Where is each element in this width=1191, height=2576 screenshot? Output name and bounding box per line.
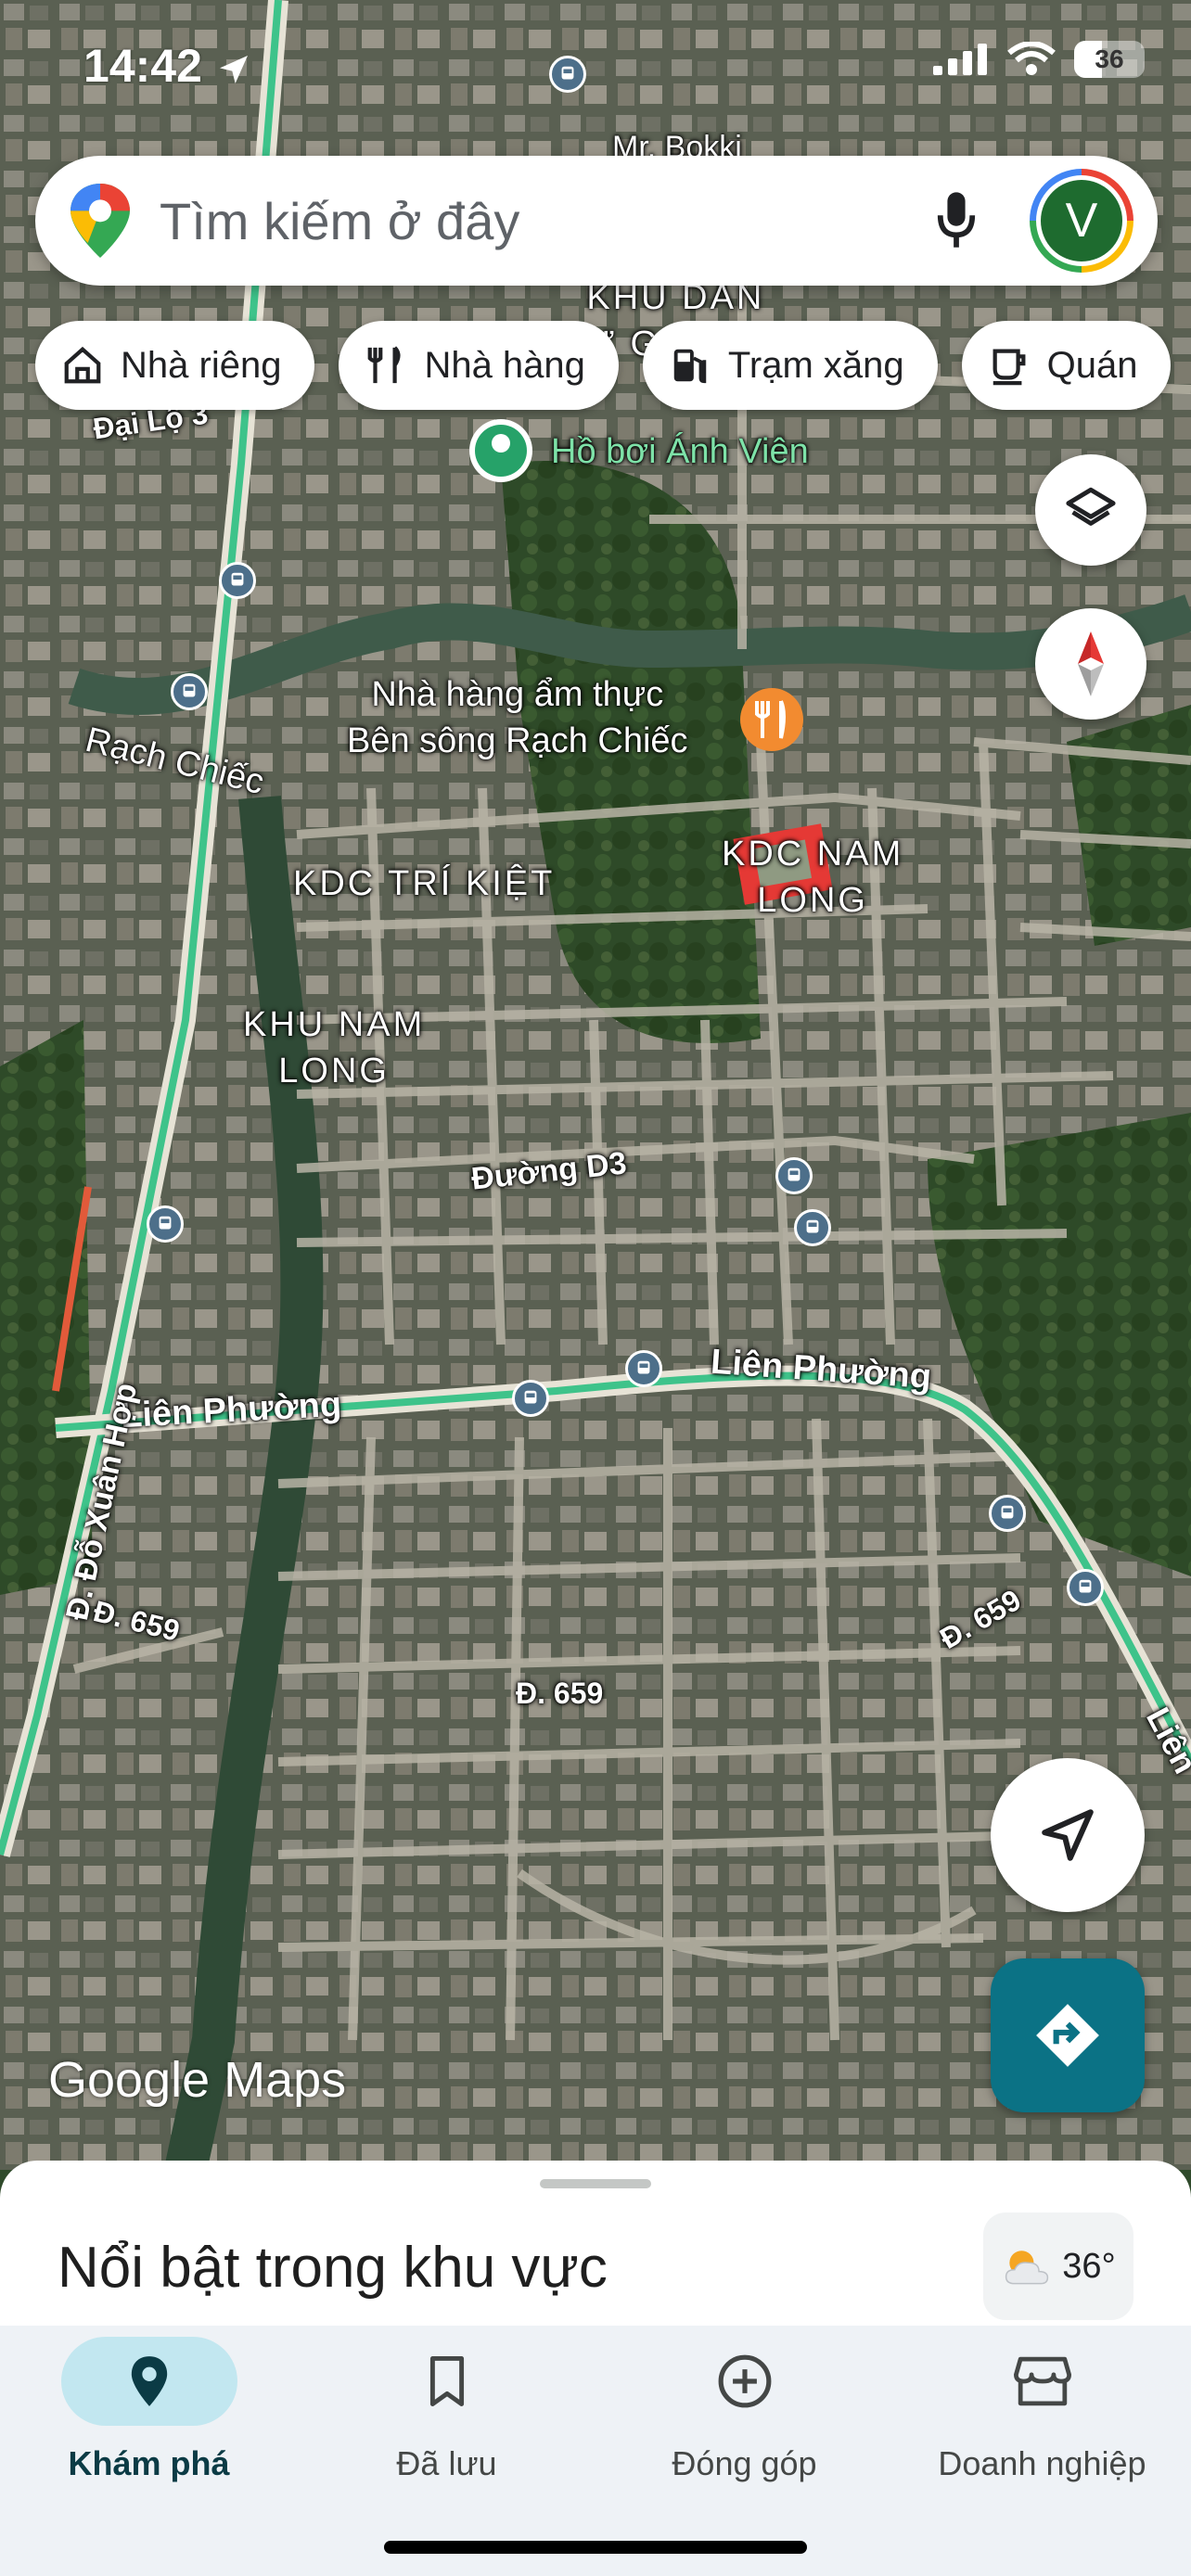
chip-label: Nhà riêng xyxy=(121,344,282,386)
store-icon xyxy=(1013,2356,1071,2406)
nav-contribute[interactable]: Đóng góp xyxy=(596,2326,893,2483)
nav-label: Đóng góp xyxy=(672,2444,817,2482)
nav-saved[interactable]: Đã lưu xyxy=(298,2326,596,2483)
nav-label: Khám phá xyxy=(68,2444,230,2482)
coffee-icon xyxy=(992,349,1026,386)
google-maps-pin-icon xyxy=(70,184,130,258)
search-bar[interactable]: Tìm kiếm ở đây V xyxy=(35,156,1158,286)
bus-stop-icon[interactable] xyxy=(219,562,256,599)
home-indicator[interactable] xyxy=(384,2541,807,2554)
wifi-icon xyxy=(1007,42,1056,75)
temperature: 36° xyxy=(1062,2246,1116,2286)
home-icon xyxy=(64,346,101,384)
layers-button[interactable] xyxy=(1035,454,1146,566)
battery-icon: 36 xyxy=(1074,41,1145,78)
explore-pin-icon xyxy=(131,2356,167,2406)
directions-icon xyxy=(1036,2004,1099,2067)
restaurant-icon xyxy=(368,346,401,384)
area-label-khu-nam-long: KHU NAM LONG xyxy=(243,1005,426,1090)
bus-stop-icon[interactable] xyxy=(147,1205,184,1243)
status-time: 14:42 xyxy=(83,39,252,93)
sheet-title: Nổi bật trong khu vực xyxy=(58,2236,608,2300)
category-chips: Nhà riêng Nhà hàng Trạm xăng Quán xyxy=(35,321,1172,410)
weather-badge[interactable]: 36° xyxy=(983,2213,1133,2320)
battery-level: 36 xyxy=(1095,45,1124,73)
search-input[interactable]: Tìm kiếm ở đây xyxy=(160,191,935,251)
area-label-tri-kiet: KDC TRÍ KIỆT xyxy=(293,864,556,903)
bus-stop-icon[interactable] xyxy=(794,1209,831,1246)
area-label-kdc-nam-long: KDC NAM LONG xyxy=(722,835,904,920)
cellular-signal-icon xyxy=(933,44,987,75)
my-location-button[interactable] xyxy=(991,1758,1145,1912)
chip-label: Nhà hàng xyxy=(424,344,585,386)
layers-icon xyxy=(1066,487,1116,526)
avatar-letter: V xyxy=(1041,180,1122,261)
poi-label-restaurant[interactable]: Nhà hàng ẩm thực Bên sông Rạch Chiếc xyxy=(347,671,688,764)
bus-stop-icon[interactable] xyxy=(512,1380,549,1417)
bus-stop-icon[interactable] xyxy=(1067,1569,1104,1606)
add-circle-icon xyxy=(718,2354,771,2408)
bookmark-icon xyxy=(429,2356,464,2406)
chip-restaurants[interactable]: Nhà hàng xyxy=(339,321,619,410)
road-label-d659-mid: Đ. 659 xyxy=(516,1677,604,1710)
nav-label: Doanh nghiệp xyxy=(938,2444,1146,2482)
bus-stop-icon[interactable] xyxy=(775,1157,813,1194)
status-icons: 36 xyxy=(933,41,1145,78)
sheet-drag-handle[interactable] xyxy=(540,2179,651,2188)
chip-home[interactable]: Nhà riêng xyxy=(35,321,315,410)
google-maps-logo: Google Maps xyxy=(48,2052,347,2108)
bus-stop-icon[interactable] xyxy=(625,1350,662,1387)
navigation-arrow-icon xyxy=(1042,1809,1094,1861)
location-arrow-icon xyxy=(219,55,248,83)
nav-explore[interactable]: Khám phá xyxy=(0,2326,298,2483)
gas-station-icon xyxy=(673,349,707,384)
compass-button[interactable] xyxy=(1035,608,1146,720)
chip-label: Quán xyxy=(1046,344,1138,386)
chip-label: Trạm xăng xyxy=(727,344,904,386)
microphone-icon[interactable] xyxy=(935,190,978,251)
nav-label: Đã lưu xyxy=(396,2444,497,2482)
bus-stop-icon[interactable] xyxy=(171,673,208,710)
poi-label-pool[interactable]: Hồ bơi Ánh Viên xyxy=(551,428,809,475)
nav-business[interactable]: Doanh nghiệp xyxy=(893,2326,1191,2483)
bus-stop-icon[interactable] xyxy=(989,1495,1026,1532)
partly-cloudy-icon xyxy=(1005,2251,1049,2285)
bus-stop-icon[interactable] xyxy=(549,56,586,93)
compass-icon xyxy=(1078,631,1104,696)
bottom-navigation: Khám phá Đã lưu Đóng góp Doanh nghiệp xyxy=(0,2326,1191,2576)
directions-button[interactable] xyxy=(991,1958,1145,2112)
avatar[interactable]: V xyxy=(1030,169,1133,273)
chip-coffee[interactable]: Quán xyxy=(961,321,1172,410)
chip-gas-stations[interactable]: Trạm xăng xyxy=(642,321,938,410)
